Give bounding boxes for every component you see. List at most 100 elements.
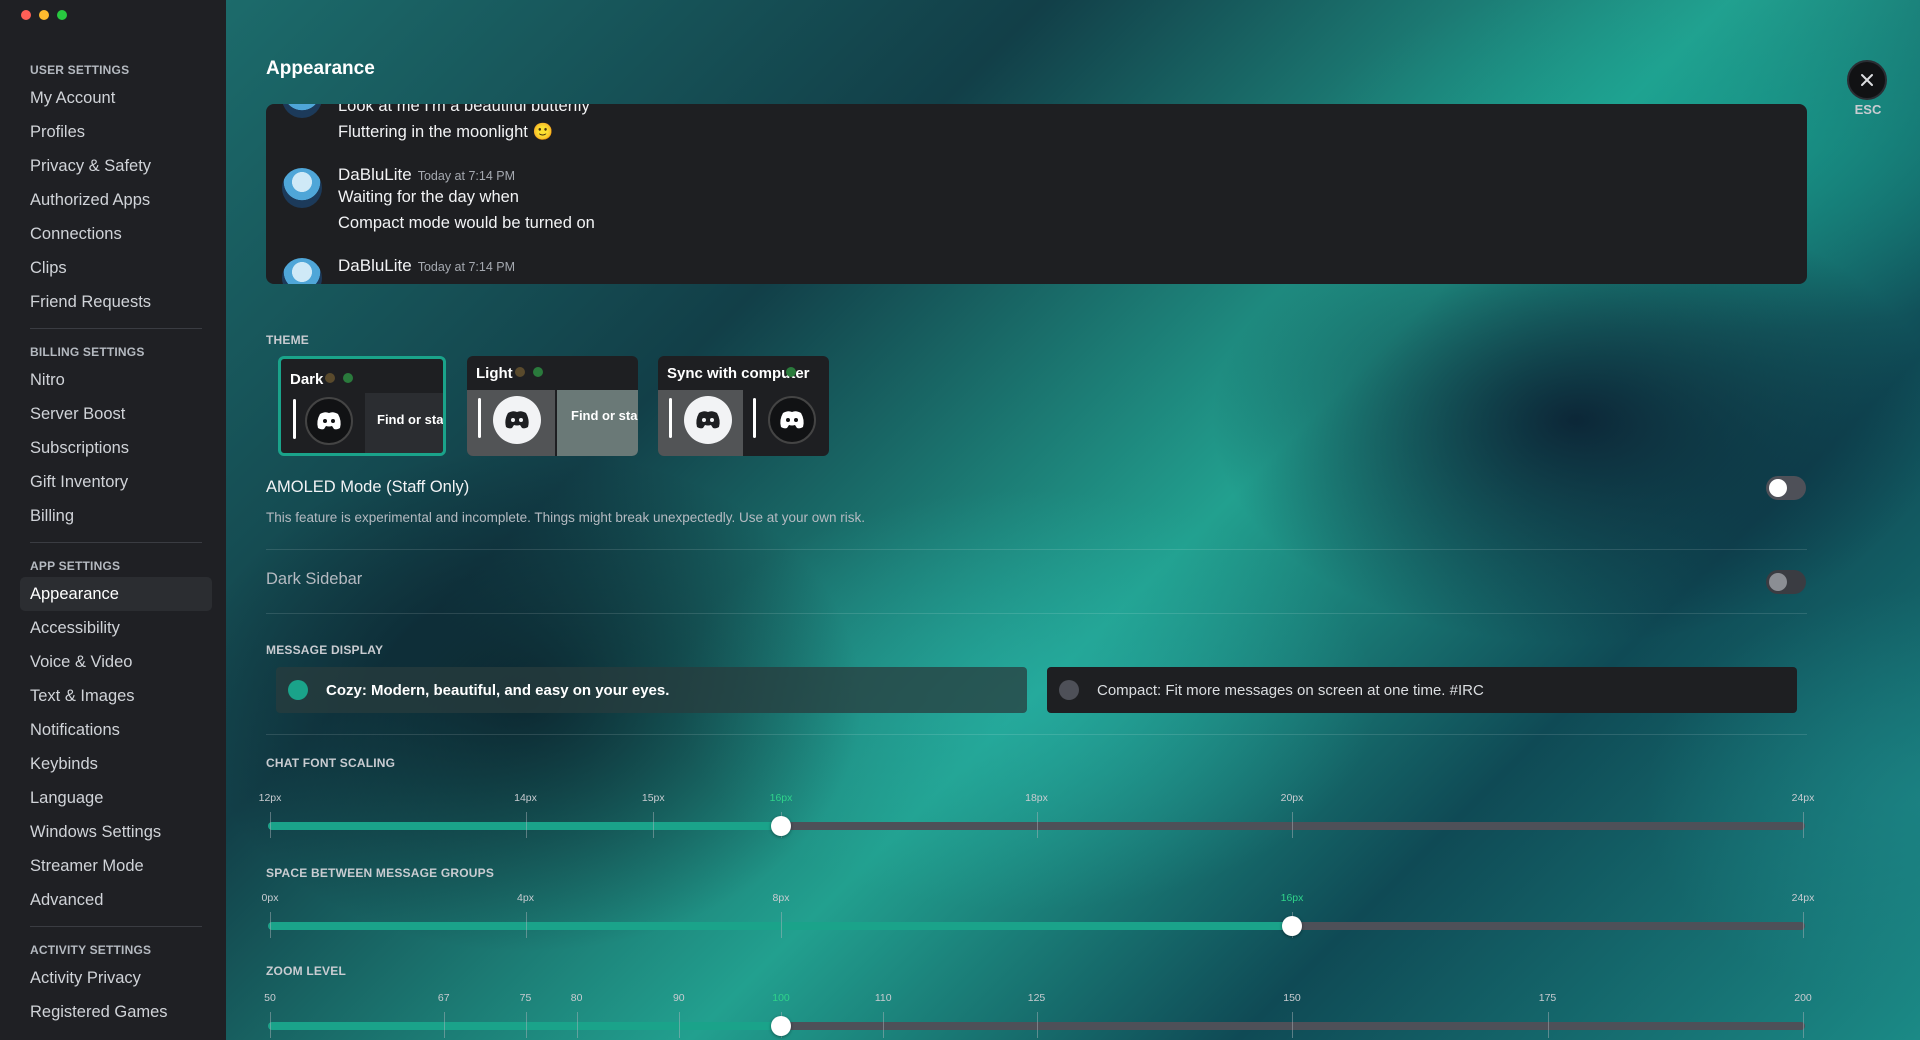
- close-window-button[interactable]: [21, 10, 31, 20]
- display-option-compact[interactable]: Compact: Fit more messages on screen at …: [1047, 667, 1797, 713]
- slider-tick-mark: [525, 812, 527, 838]
- page-title: Appearance: [266, 58, 375, 79]
- sidebar-item-privacy-safety[interactable]: Privacy & Safety: [20, 149, 212, 183]
- avatar: [282, 168, 322, 208]
- theme-option-dark[interactable]: Dark Find or sta: [278, 356, 446, 456]
- slider-tick-label: 90: [672, 992, 685, 1004]
- slider-fill: [268, 1022, 781, 1030]
- slider-handle[interactable]: [1282, 916, 1302, 936]
- message-line: Compact mode would be turned on: [338, 214, 595, 232]
- slider-tick-label: 16px: [1280, 892, 1304, 904]
- amoled-mode-title: AMOLED Mode (Staff Only): [266, 478, 470, 496]
- slider-tick-mark: [781, 912, 782, 938]
- slider-tick-mark: [883, 1012, 885, 1038]
- slider-tick-mark: [1036, 812, 1038, 838]
- slider-tick-mark: [270, 912, 271, 938]
- minimize-window-button[interactable]: [39, 10, 49, 20]
- sidebar-item-friend-requests[interactable]: Friend Requests: [20, 285, 212, 319]
- slider-handle[interactable]: [771, 816, 791, 836]
- sidebar-item-profiles[interactable]: Profiles: [20, 115, 212, 149]
- sidebar-item-server-boost[interactable]: Server Boost: [20, 397, 212, 431]
- sidebar-item-subscriptions[interactable]: Subscriptions: [20, 431, 212, 465]
- slider-tick-mark: [1292, 1012, 1293, 1038]
- discord-logo-icon: [768, 396, 816, 444]
- sidebar-item-my-account[interactable]: My Account: [20, 81, 212, 115]
- sidebar-item-authorized-apps[interactable]: Authorized Apps: [20, 183, 212, 217]
- chat-font-scaling-label: CHAT FONT SCALING: [266, 756, 396, 770]
- display-option-label: Compact: Fit more messages on screen at …: [1097, 681, 1484, 699]
- dark-sidebar-toggle[interactable]: [1766, 570, 1806, 594]
- sidebar-item-language[interactable]: Language: [20, 781, 212, 815]
- window-dots: [515, 367, 543, 377]
- sidebar-item-registered-games[interactable]: Registered Games: [20, 995, 212, 1029]
- sidebar-item-voice-video[interactable]: Voice & Video: [20, 645, 212, 679]
- slider-tick-label: 16px: [769, 792, 793, 804]
- window-controls: [21, 10, 67, 20]
- discord-logo-icon: [684, 396, 732, 444]
- amoled-mode-toggle[interactable]: [1766, 476, 1806, 500]
- message-spacing-label: SPACE BETWEEN MESSAGE GROUPS: [266, 866, 495, 880]
- radio-selected-icon: [288, 680, 308, 700]
- sidebar-item-activity-privacy[interactable]: Activity Privacy: [20, 961, 212, 995]
- slider-tick-label: 80: [570, 992, 583, 1004]
- sidebar-item-nitro[interactable]: Nitro: [20, 363, 212, 397]
- author-name[interactable]: DaBluLite: [338, 256, 412, 275]
- close-icon: [1861, 74, 1873, 86]
- discord-logo-icon: [493, 396, 541, 444]
- slider-tick-label: 4px: [517, 892, 534, 904]
- message-line: Waiting for the day when: [338, 188, 519, 206]
- message-line: Look at me I'm a beautiful butterfly: [338, 104, 590, 115]
- sidebar-nav: USER SETTINGS My Account Profiles Privacy &…: [20, 55, 212, 1029]
- window-dots: [325, 373, 353, 383]
- sidebar-item-clips[interactable]: Clips: [20, 251, 212, 285]
- sidebar-section-header: BILLING SETTINGS: [30, 345, 145, 359]
- sidebar-item-advanced[interactable]: Advanced: [20, 883, 212, 917]
- chat-font-scaling-slider[interactable]: 12px 14px 15px 16px 18px 20px 24px: [259, 792, 1814, 838]
- sidebar-item-accessibility[interactable]: Accessibility: [20, 611, 212, 645]
- settings-sidebar: USER SETTINGS My Account Profiles Privacy &…: [0, 0, 226, 1040]
- sidebar-item-windows-settings[interactable]: Windows Settings: [20, 815, 212, 849]
- message-preview: Look at me I'm a beautiful butterfly Flu…: [266, 104, 1807, 284]
- dark-sidebar-title: Dark Sidebar: [266, 570, 363, 588]
- sidebar-item-text-images[interactable]: Text & Images: [20, 679, 212, 713]
- message-header: DaBluLite Today at 7:14 PM: [338, 256, 515, 276]
- display-option-cozy[interactable]: Cozy: Modern, beautiful, and easy on you…: [276, 667, 1027, 713]
- theme-option-sync[interactable]: Sync with computer: [658, 356, 829, 456]
- sidebar-item-billing[interactable]: Billing: [20, 499, 212, 533]
- author-name[interactable]: DaBluLite: [338, 165, 412, 184]
- slider-handle[interactable]: [771, 1016, 791, 1036]
- preview-bar: [293, 399, 296, 439]
- sidebar-item-notifications[interactable]: Notifications: [20, 713, 212, 747]
- slider-tick-mark: [1803, 812, 1804, 838]
- sidebar-section-header: APP SETTINGS: [30, 559, 121, 573]
- sidebar-item-gift-inventory[interactable]: Gift Inventory: [20, 465, 212, 499]
- sidebar-divider: [30, 926, 202, 927]
- close-settings-button[interactable]: [1847, 60, 1887, 100]
- display-option-label: Cozy: Modern, beautiful, and easy on you…: [326, 681, 670, 699]
- radio-unselected-icon: [1059, 680, 1079, 700]
- sidebar-section-header: ACTIVITY SETTINGS: [30, 943, 152, 957]
- zoom-level-slider[interactable]: 50 67 75 80 90 100 110 125 150 175 200: [264, 992, 1812, 1038]
- avatar: [282, 258, 322, 284]
- sidebar-item-keybinds[interactable]: Keybinds: [20, 747, 212, 781]
- slider-tick-mark: [525, 912, 527, 938]
- amoled-mode-description: This feature is experimental and incompl…: [266, 510, 866, 525]
- maximize-window-button[interactable]: [57, 10, 67, 20]
- slider-tick-mark: [1547, 1012, 1549, 1038]
- preview-search-text: Find or sta: [571, 408, 638, 423]
- theme-option-name: Light: [476, 365, 513, 382]
- message-spacing-slider[interactable]: 0px 4px 8px 16px 24px: [262, 892, 1814, 938]
- message-line-text: Fluttering in the moonlight 🙂: [338, 123, 553, 141]
- sidebar-item-streamer-mode[interactable]: Streamer Mode: [20, 849, 212, 883]
- theme-option-light[interactable]: Light Find or sta: [467, 356, 638, 456]
- slider-fill: [268, 922, 1292, 930]
- sidebar-item-connections[interactable]: Connections: [20, 217, 212, 251]
- preview-bar: [478, 398, 481, 438]
- message-header: DaBluLite Today at 7:14 PM: [338, 165, 515, 185]
- slider-tick-label: 200: [1794, 992, 1812, 1004]
- window-dots: [786, 367, 796, 377]
- slider-tick-label: 175: [1538, 992, 1557, 1004]
- slider-tick-label: 14px: [514, 792, 537, 804]
- sidebar-item-appearance[interactable]: Appearance: [20, 577, 212, 611]
- divider: [266, 734, 1807, 735]
